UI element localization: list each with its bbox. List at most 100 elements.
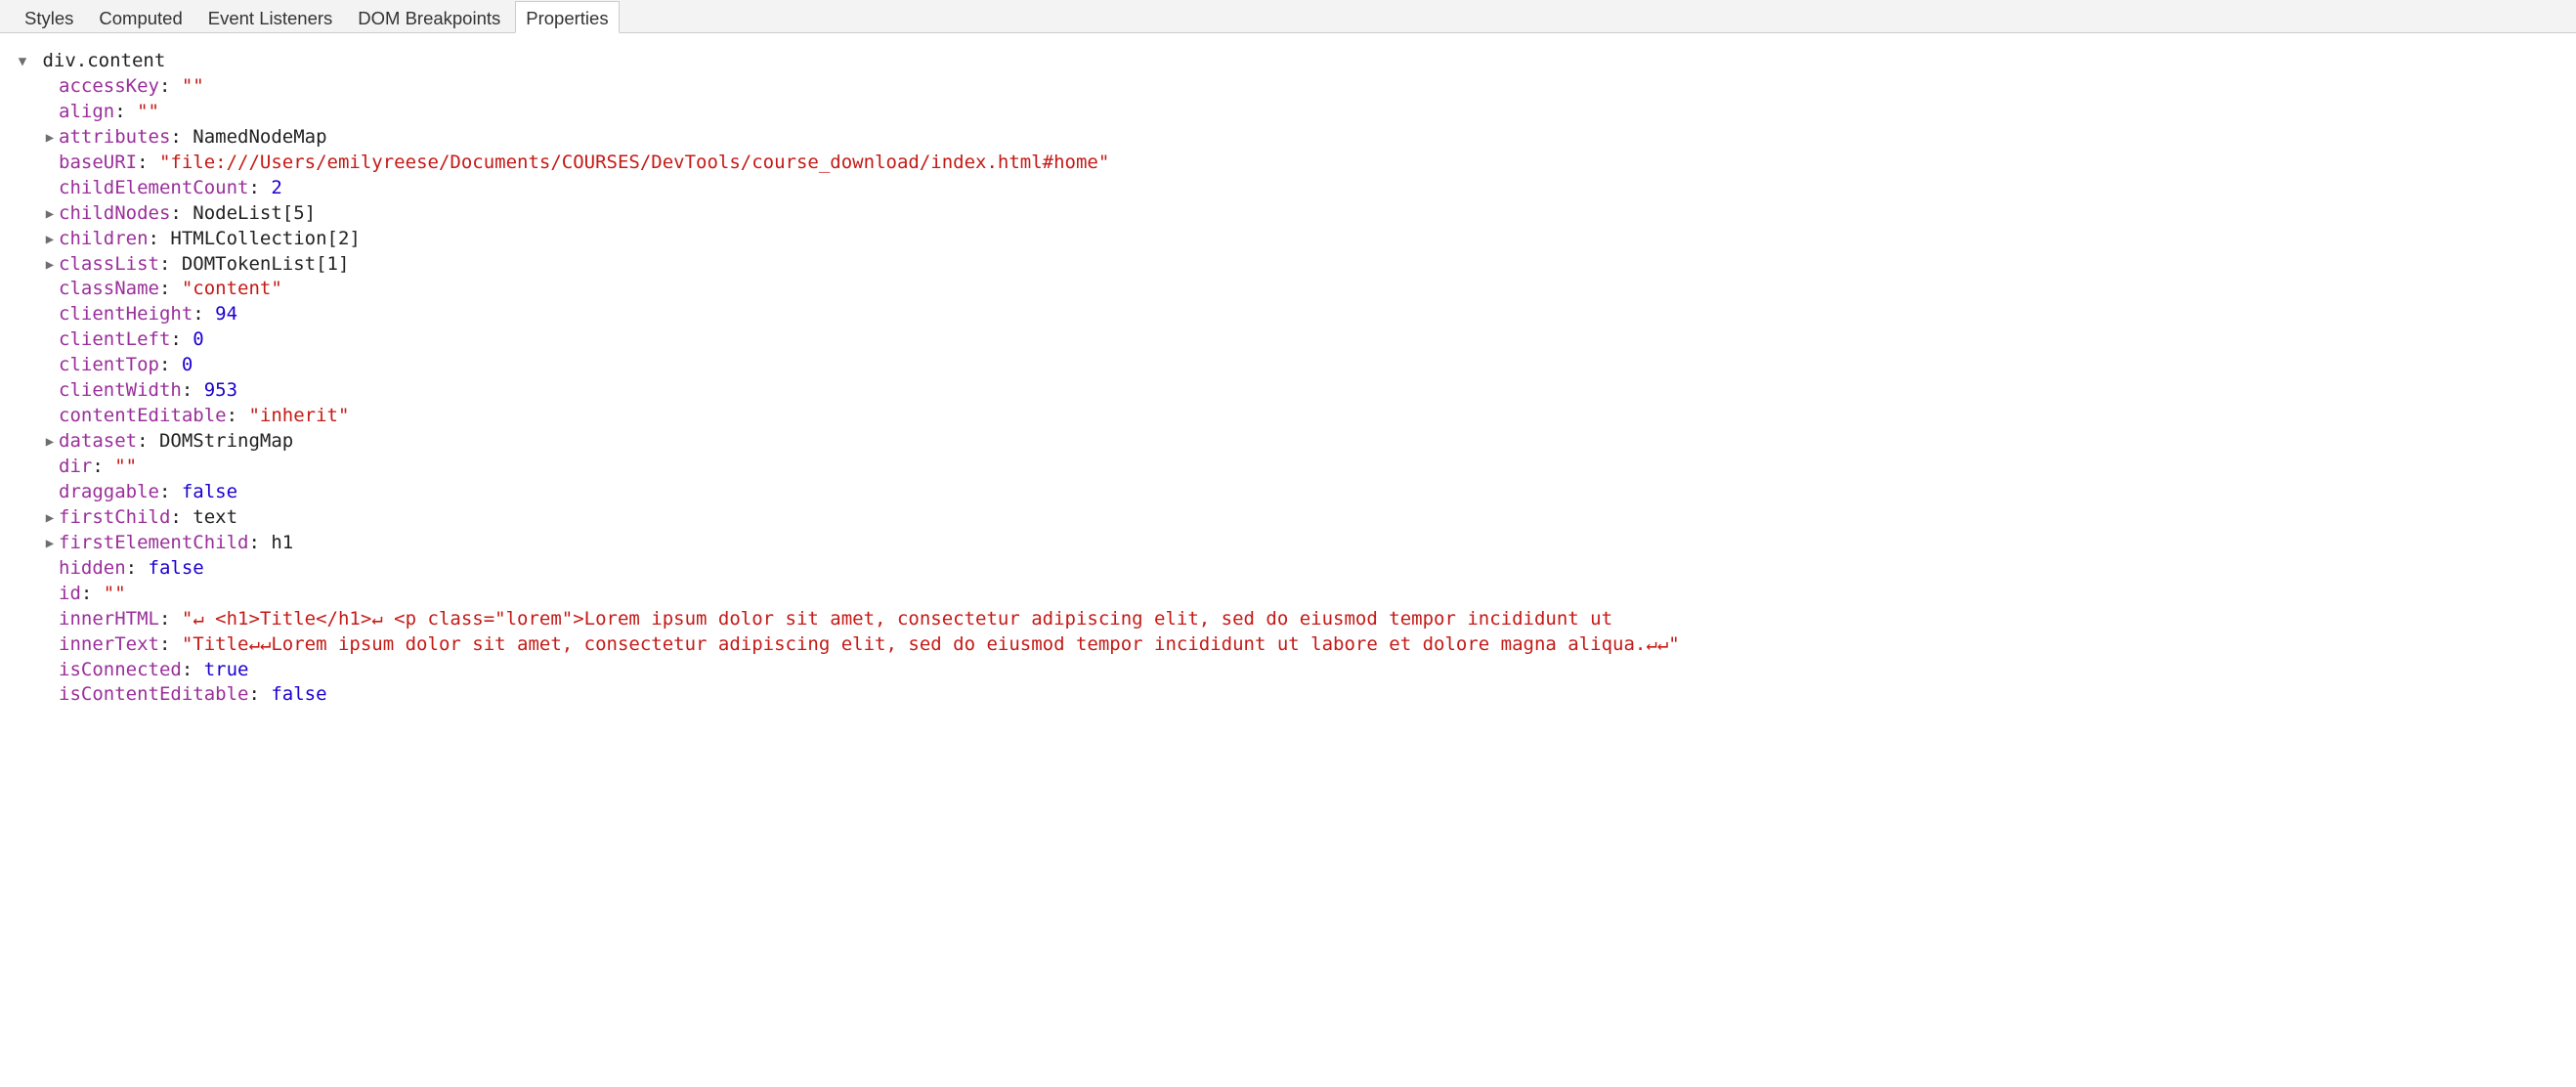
disclosure-triangle-right-icon[interactable]: ▶	[43, 130, 57, 148]
property-colon: :	[159, 481, 182, 502]
property-name: children	[59, 228, 149, 249]
object-header-row[interactable]: ▼ div.content	[6, 49, 2570, 74]
property-value: "↵ <h1>Title</h1>↵ <p class="lorem">Lore…	[182, 608, 1612, 630]
property-colon: :	[159, 253, 182, 275]
property-name: classList	[59, 253, 159, 275]
property-name: accessKey	[59, 75, 159, 97]
property-name: dataset	[59, 430, 137, 452]
property-colon: :	[149, 228, 171, 249]
property-colon: :	[114, 101, 137, 122]
property-value: false	[182, 481, 237, 502]
property-row[interactable]: ▶classList: DOMTokenList[1]	[6, 252, 2570, 278]
property-row[interactable]: ▶hidden: false	[6, 556, 2570, 582]
property-value: true	[204, 659, 249, 680]
property-value: "file:///Users/emilyreese/Documents/COUR…	[159, 152, 1109, 173]
tab-dom-breakpoints[interactable]: DOM Breakpoints	[347, 1, 511, 33]
property-list: ▶accessKey: ""▶align: ""▶attributes: Nam…	[6, 74, 2570, 708]
property-row[interactable]: ▶childElementCount: 2	[6, 176, 2570, 201]
property-row[interactable]: ▶contentEditable: "inherit"	[6, 404, 2570, 429]
disclosure-triangle-right-icon[interactable]: ▶	[43, 536, 57, 553]
property-colon: :	[170, 328, 193, 350]
property-colon: :	[92, 456, 114, 477]
property-row[interactable]: ▶align: ""	[6, 100, 2570, 125]
property-value: false	[149, 557, 204, 579]
property-row[interactable]: ▶clientLeft: 0	[6, 327, 2570, 353]
property-value: HTMLCollection[2]	[170, 228, 360, 249]
disclosure-triangle-down-icon[interactable]: ▼	[16, 54, 29, 71]
property-colon: :	[193, 303, 215, 325]
property-value: 94	[215, 303, 237, 325]
property-value: 953	[204, 379, 237, 401]
property-colon: :	[182, 659, 204, 680]
property-colon: :	[182, 379, 204, 401]
property-row[interactable]: ▶innerText: "Title↵↵Lorem ipsum dolor si…	[6, 632, 2570, 658]
property-row[interactable]: ▶attributes: NamedNodeMap	[6, 125, 2570, 151]
tab-computed[interactable]: Computed	[88, 1, 193, 33]
property-value: ""	[137, 101, 159, 122]
property-value: 0	[193, 328, 203, 350]
property-row[interactable]: ▶id: ""	[6, 582, 2570, 607]
disclosure-triangle-right-icon[interactable]: ▶	[43, 232, 57, 249]
property-name: clientLeft	[59, 328, 170, 350]
property-row[interactable]: ▶dataset: DOMStringMap	[6, 429, 2570, 455]
property-row[interactable]: ▶isContentEditable: false	[6, 682, 2570, 708]
property-name: contentEditable	[59, 405, 227, 426]
property-row[interactable]: ▶children: HTMLCollection[2]	[6, 227, 2570, 252]
property-row[interactable]: ▶clientTop: 0	[6, 353, 2570, 378]
property-value: text	[193, 506, 237, 528]
property-colon: :	[126, 557, 149, 579]
property-colon: :	[170, 126, 193, 148]
property-colon: :	[137, 152, 159, 173]
property-name: innerHTML	[59, 608, 159, 630]
disclosure-triangle-right-icon[interactable]: ▶	[43, 257, 57, 275]
property-value: ""	[104, 583, 126, 604]
property-row[interactable]: ▶draggable: false	[6, 480, 2570, 505]
disclosure-triangle-right-icon[interactable]: ▶	[43, 434, 57, 452]
property-name: hidden	[59, 557, 126, 579]
property-colon: :	[227, 405, 249, 426]
property-colon: :	[248, 532, 271, 553]
property-value: DOMStringMap	[159, 430, 293, 452]
property-colon: :	[170, 506, 193, 528]
property-row[interactable]: ▶firstElementChild: h1	[6, 531, 2570, 556]
property-row[interactable]: ▶clientHeight: 94	[6, 302, 2570, 327]
property-colon: :	[248, 177, 271, 198]
property-row[interactable]: ▶childNodes: NodeList[5]	[6, 201, 2570, 227]
property-colon: :	[159, 278, 182, 299]
property-name: innerText	[59, 633, 159, 655]
disclosure-triangle-right-icon[interactable]: ▶	[43, 206, 57, 224]
property-colon: :	[137, 430, 159, 452]
property-colon: :	[81, 583, 104, 604]
property-name: isContentEditable	[59, 683, 248, 705]
tab-styles[interactable]: Styles	[14, 1, 84, 33]
property-colon: :	[248, 683, 271, 705]
tab-properties[interactable]: Properties	[515, 1, 619, 33]
tab-event-listeners[interactable]: Event Listeners	[197, 1, 344, 33]
disclosure-triangle-right-icon[interactable]: ▶	[43, 510, 57, 528]
devtools-tabbar: Styles Computed Event Listeners DOM Brea…	[0, 0, 2576, 33]
property-name: clientTop	[59, 354, 159, 375]
property-row[interactable]: ▶className: "content"	[6, 277, 2570, 302]
property-name: firstElementChild	[59, 532, 248, 553]
properties-panel: ▼ div.content ▶accessKey: ""▶align: ""▶a…	[0, 33, 2576, 716]
property-value: NodeList[5]	[193, 202, 316, 224]
property-name: className	[59, 278, 159, 299]
property-value: h1	[271, 532, 293, 553]
property-name: id	[59, 583, 81, 604]
property-row[interactable]: ▶firstChild: text	[6, 505, 2570, 531]
property-row[interactable]: ▶clientWidth: 953	[6, 378, 2570, 404]
property-value: 2	[271, 177, 281, 198]
property-row[interactable]: ▶baseURI: "file:///Users/emilyreese/Docu…	[6, 151, 2570, 176]
property-name: isConnected	[59, 659, 182, 680]
property-value: 0	[182, 354, 193, 375]
property-row[interactable]: ▶innerHTML: "↵ <h1>Title</h1>↵ <p class=…	[6, 607, 2570, 632]
property-value: false	[271, 683, 326, 705]
property-name: firstChild	[59, 506, 170, 528]
property-value: "content"	[182, 278, 282, 299]
property-name: dir	[59, 456, 92, 477]
property-colon: :	[159, 75, 182, 97]
property-row[interactable]: ▶dir: ""	[6, 455, 2570, 480]
property-colon: :	[159, 354, 182, 375]
property-row[interactable]: ▶isConnected: true	[6, 658, 2570, 683]
property-row[interactable]: ▶accessKey: ""	[6, 74, 2570, 100]
